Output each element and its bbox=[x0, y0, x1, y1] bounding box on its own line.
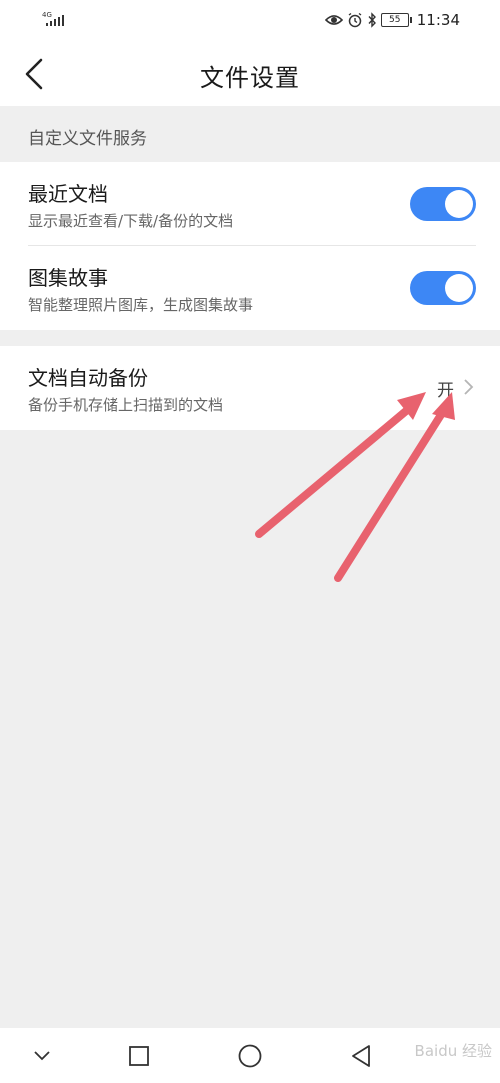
page-title: 文件设置 bbox=[200, 64, 300, 92]
bluetooth-icon bbox=[368, 12, 376, 28]
recent-docs-toggle[interactable] bbox=[410, 187, 476, 221]
settings-card-backup: 文档自动备份 备份手机存储上扫描到的文档 开 bbox=[0, 346, 500, 430]
app-header: 文件设置 bbox=[0, 40, 500, 106]
setting-title: 最近文档 bbox=[28, 182, 108, 206]
setting-row-auto-backup[interactable]: 文档自动备份 备份手机存储上扫描到的文档 开 bbox=[0, 346, 500, 430]
system-nav-bar: Baidu 经验 bbox=[0, 1028, 500, 1083]
setting-subtitle: 显示最近查看/下载/备份的文档 bbox=[28, 212, 234, 230]
watermark-logo: Baidu 经验 bbox=[414, 1042, 492, 1060]
toggle-knob bbox=[445, 274, 473, 302]
alarm-icon bbox=[348, 12, 362, 28]
album-story-toggle[interactable] bbox=[410, 271, 476, 305]
battery-icon: 55 bbox=[380, 13, 412, 27]
setting-subtitle: 智能整理照片图库，生成图集故事 bbox=[28, 296, 254, 314]
network-type: 4G bbox=[42, 11, 52, 19]
nav-recents-button[interactable] bbox=[125, 1042, 153, 1070]
nav-home-button[interactable] bbox=[236, 1042, 264, 1070]
setting-title: 文档自动备份 bbox=[28, 366, 148, 390]
section-label: 自定义文件服务 bbox=[28, 129, 147, 149]
nav-collapse-button[interactable] bbox=[28, 1042, 56, 1070]
auto-backup-status: 开 bbox=[437, 381, 454, 401]
status-time: 11:34 bbox=[416, 11, 460, 29]
toggle-knob bbox=[445, 190, 473, 218]
eye-icon bbox=[324, 15, 343, 25]
nav-back-button[interactable] bbox=[347, 1042, 375, 1070]
chevron-down-icon bbox=[34, 1051, 50, 1061]
signal-icon: 4G bbox=[42, 11, 64, 26]
triangle-back-icon bbox=[352, 1045, 370, 1067]
status-icons: 55 11:34 bbox=[324, 9, 460, 31]
setting-row-recent-docs[interactable]: 最近文档 显示最近查看/下载/备份的文档 bbox=[0, 162, 500, 246]
status-bar: 4G 55 11:34 bbox=[0, 0, 500, 40]
chevron-right-icon bbox=[464, 379, 474, 395]
square-icon bbox=[129, 1046, 149, 1066]
setting-subtitle: 备份手机存储上扫描到的文档 bbox=[28, 396, 224, 414]
setting-title: 图集故事 bbox=[28, 266, 108, 290]
settings-card-toggles: 最近文档 显示最近查看/下载/备份的文档 图集故事 智能整理照片图库，生成图集故… bbox=[0, 162, 500, 330]
setting-row-album-story[interactable]: 图集故事 智能整理照片图库，生成图集故事 bbox=[0, 246, 500, 330]
circle-icon bbox=[238, 1044, 262, 1068]
